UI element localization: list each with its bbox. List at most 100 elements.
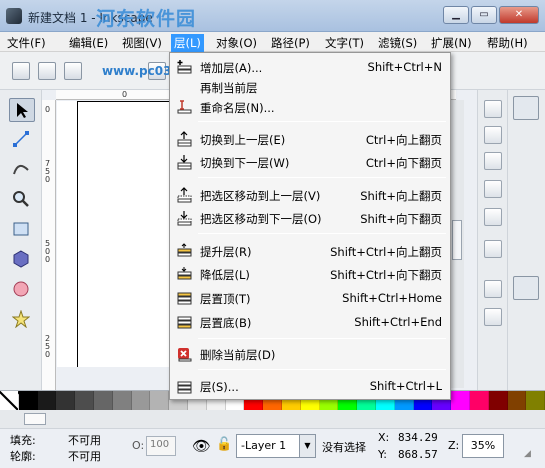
undo-icon[interactable]	[484, 280, 502, 298]
menu-item-duplicate-layer[interactable]: 再制当前层	[170, 76, 450, 98]
color-swatch[interactable]	[37, 391, 57, 411]
color-swatch[interactable]	[93, 391, 113, 411]
circle-icon	[13, 281, 29, 297]
menu-item-delete-layer[interactable]: 删除当前层(D)	[170, 343, 450, 365]
cube-icon	[13, 250, 29, 268]
import-icon[interactable]	[484, 208, 502, 226]
ruler-mark: 7 5 0	[45, 159, 51, 184]
color-swatch[interactable]	[56, 391, 76, 411]
export-icon[interactable]	[484, 240, 502, 258]
menu-item-switch-layer-above[interactable]: 切换到上一层(E) Ctrl+向上翻页	[170, 128, 450, 150]
canvas-vscroll[interactable]	[450, 100, 464, 388]
vertical-ruler: 0 7 5 0 5 0 0 2 5 0	[42, 100, 56, 390]
tool-box	[0, 90, 42, 390]
menu-help[interactable]: 帮助(H)	[484, 34, 531, 52]
menu-item-move-selection-up[interactable]: 把选区移动到上一层(V) Shift+向上翻页	[170, 184, 450, 206]
select-all-layers-icon[interactable]	[64, 62, 82, 80]
menu-extensions[interactable]: 扩展(N)	[428, 34, 475, 52]
star-tool[interactable]	[9, 308, 35, 332]
menu-separator	[198, 369, 446, 370]
menu-item-move-selection-down[interactable]: 把选区移动到下一层(O) Shift+向下翻页	[170, 207, 450, 229]
color-swatch[interactable]	[75, 391, 94, 411]
lower-layer-icon	[177, 267, 192, 280]
window-controls: ▁ ▭ ✕	[443, 6, 539, 24]
tweak-icon	[13, 164, 29, 175]
color-swatch[interactable]	[131, 391, 151, 411]
minimize-button[interactable]: ▁	[443, 6, 469, 24]
x-label: X:	[378, 431, 390, 444]
color-swatch[interactable]	[150, 391, 170, 411]
snap-toggle-button[interactable]	[513, 96, 539, 120]
menu-view[interactable]: 视图(V)	[119, 34, 165, 52]
tweak-tool[interactable]	[9, 158, 35, 182]
menu-separator	[198, 233, 446, 234]
menu-bar: 文件(F) 编辑(E) 视图(V) 层(L) 对象(O) 路径(P) 文字(T)…	[0, 32, 545, 52]
snap-curve-icon[interactable]	[513, 308, 539, 332]
color-swatch[interactable]	[451, 391, 470, 411]
palette-scroll-thumb[interactable]	[24, 413, 46, 425]
color-swatch[interactable]	[526, 391, 545, 411]
zoom-field[interactable]: 35%	[462, 434, 504, 458]
selector-tool[interactable]	[9, 98, 35, 122]
lock-icon[interactable]: 🔓	[216, 437, 232, 452]
menu-layer[interactable]: 层(L)	[171, 34, 204, 52]
palette-scrollbar[interactable]	[0, 410, 545, 428]
save-icon[interactable]	[484, 152, 502, 170]
color-swatch[interactable]	[112, 391, 132, 411]
zoom-tool[interactable]	[9, 188, 35, 212]
menu-item-layers-dialog[interactable]: 层(S)... Shift+Ctrl+L	[170, 375, 450, 397]
add-layer-icon	[177, 60, 192, 74]
3d-box-tool[interactable]	[9, 248, 35, 272]
print-icon[interactable]	[484, 180, 502, 198]
eye-icon[interactable]: 👁	[192, 437, 211, 455]
select-all-icon[interactable]	[38, 62, 56, 80]
zoom-label: Z:	[448, 439, 460, 452]
stroke-value: 不可用	[68, 450, 101, 463]
color-swatch[interactable]	[507, 391, 527, 411]
snap-nodes-icon[interactable]	[513, 130, 539, 154]
move-selection-up-icon	[177, 187, 192, 203]
no-paint-swatch[interactable]	[0, 391, 19, 411]
node-tool[interactable]	[9, 128, 35, 152]
maximize-button[interactable]: ▭	[471, 6, 497, 24]
menu-item-raise-layer[interactable]: 提升层(R) Shift+Ctrl+向上翻页	[170, 240, 450, 262]
color-swatch[interactable]	[18, 391, 38, 411]
new-document-icon[interactable]	[12, 62, 30, 80]
new-icon[interactable]	[484, 100, 502, 118]
layer-to-bottom-icon	[177, 316, 192, 329]
ellipse-tool[interactable]	[9, 278, 35, 302]
menu-item-lower-layer[interactable]: 降低层(L) Shift+Ctrl+向下翻页	[170, 263, 450, 285]
layer-menu-dropdown: 增加层(A)... Shift+Ctrl+N 再制当前层 重命名层(N)... …	[169, 52, 451, 400]
layer-up-icon	[177, 131, 192, 147]
layer-selector[interactable]: -Layer 1 ▼	[236, 434, 316, 458]
menu-edit[interactable]: 编辑(E)	[66, 34, 111, 52]
snap-path-icon[interactable]	[513, 162, 539, 186]
ruler-mark: 2 5 0	[45, 334, 51, 359]
star-icon	[12, 310, 30, 328]
open-folder-icon[interactable]	[484, 126, 502, 144]
menu-item-layer-to-top[interactable]: 层置顶(T) Shift+Ctrl+Home	[170, 287, 450, 309]
menu-text[interactable]: 文字(T)	[322, 34, 367, 52]
menu-file[interactable]: 文件(F)	[4, 34, 49, 52]
delete-layer-icon	[178, 348, 192, 362]
menu-path[interactable]: 路径(P)	[268, 34, 313, 52]
snap-bbox-button[interactable]	[513, 276, 539, 300]
close-button[interactable]: ✕	[499, 6, 539, 24]
color-swatch[interactable]	[488, 391, 508, 411]
menu-filters[interactable]: 滤镜(S)	[375, 34, 420, 52]
vscroll-thumb[interactable]	[452, 220, 462, 260]
resize-grip-icon[interactable]: ◢	[524, 449, 531, 459]
opacity-field[interactable]: 100	[146, 436, 176, 456]
menu-item-rename-layer[interactable]: 重命名层(N)...	[170, 96, 450, 118]
rectangle-tool[interactable]	[9, 218, 35, 242]
snap-cusp-icon[interactable]	[513, 194, 539, 218]
redo-icon[interactable]	[484, 308, 502, 326]
menu-object[interactable]: 对象(O)	[213, 34, 260, 52]
menu-item-add-layer[interactable]: 增加层(A)... Shift+Ctrl+N	[170, 56, 450, 78]
menu-item-switch-layer-below[interactable]: 切换到下一层(W) Ctrl+向下翻页	[170, 151, 450, 173]
menu-item-layer-to-bottom[interactable]: 层置底(B) Shift+Ctrl+End	[170, 311, 450, 333]
color-swatch[interactable]	[469, 391, 489, 411]
snap-smooth-icon[interactable]	[513, 226, 539, 250]
title-bar: 新建文档 1 - Inkscape 河东软件园 ▁ ▭ ✕	[0, 0, 545, 32]
ruler-mark: 5 0 0	[45, 239, 51, 264]
